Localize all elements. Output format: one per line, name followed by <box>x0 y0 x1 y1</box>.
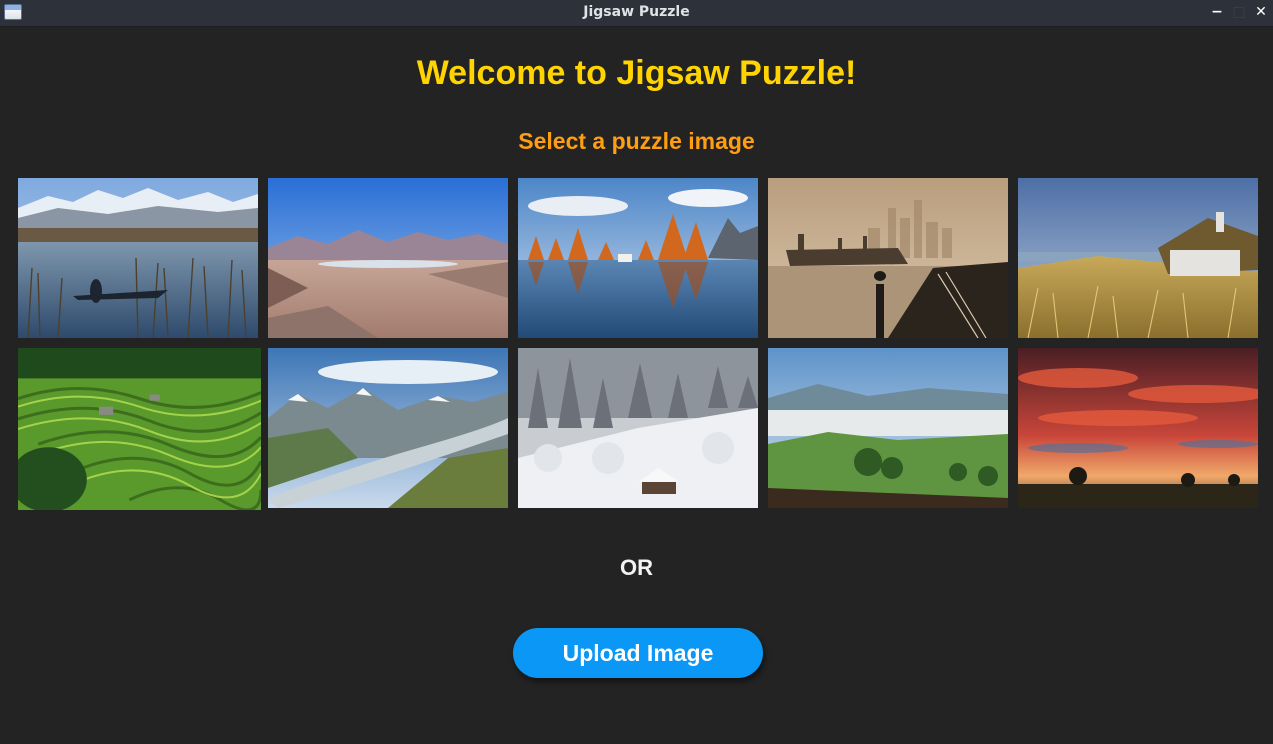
select-image-subtitle: Select a puzzle image <box>518 128 755 154</box>
thumbnail-foggy-harbor-skyline[interactable] <box>768 178 1008 338</box>
thumbnail-autumn-lake-reflection[interactable] <box>518 178 758 338</box>
thumbnail-desert-valley[interactable] <box>268 178 508 338</box>
thumbnail-rice-terraces[interactable] <box>18 348 261 510</box>
page-title: Welcome to Jigsaw Puzzle! <box>416 54 857 92</box>
window-title: Jigsaw Puzzle <box>583 4 690 20</box>
maximize-button[interactable]: □ <box>1229 2 1249 22</box>
foggy-harbor-image <box>768 178 1008 338</box>
minimize-button[interactable]: − <box>1207 2 1227 22</box>
close-button[interactable]: ✕ <box>1251 2 1271 22</box>
title-bar: Jigsaw Puzzle − □ ✕ <box>0 0 1273 27</box>
misty-valley-image <box>768 348 1008 508</box>
thumbnail-red-sunset-sky[interactable] <box>1018 348 1258 508</box>
lake-reeds-image <box>18 178 258 338</box>
snowy-forest-image <box>518 348 758 508</box>
thumbnail-lake-reeds-mountains[interactable] <box>18 178 258 338</box>
upload-image-button[interactable]: Upload Image <box>513 628 763 678</box>
glacier-valley-image <box>268 348 508 508</box>
red-sunset-image <box>1018 348 1258 508</box>
thumbnail-thatched-cottage-dunes[interactable] <box>1018 178 1258 338</box>
thumbnail-glacier-valley[interactable] <box>268 348 508 508</box>
thumbnail-snowy-forest-cabin[interactable] <box>518 348 758 508</box>
desert-valley-image <box>268 178 508 338</box>
autumn-lake-image <box>518 178 758 338</box>
or-separator: OR <box>620 555 653 580</box>
rice-terraces-image <box>18 348 261 510</box>
thumbnail-misty-green-valley[interactable] <box>768 348 1008 508</box>
thatched-cottage-image <box>1018 178 1258 338</box>
